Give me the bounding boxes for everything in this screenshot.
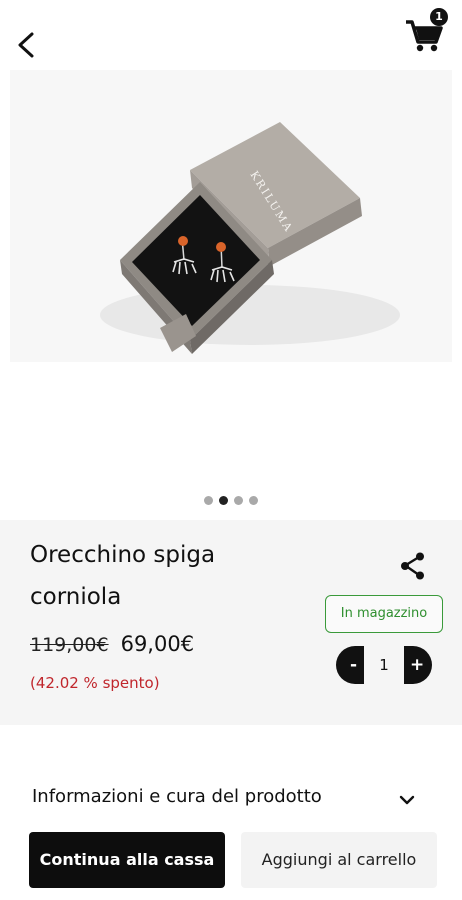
cart-button[interactable]: 1: [402, 8, 448, 56]
product-image-gallery[interactable]: KRILUMA: [0, 70, 462, 490]
decrease-quantity-button[interactable]: -: [336, 646, 364, 684]
cart-count-badge: 1: [430, 8, 448, 26]
sale-price: 69,00€: [120, 632, 195, 656]
checkout-button[interactable]: Continua alla cassa: [29, 832, 225, 888]
gallery-pagination: [0, 496, 462, 510]
chevron-down-icon: [399, 795, 415, 805]
original-price: 119,00€: [30, 634, 109, 656]
quantity-stepper: - 1 +: [336, 646, 432, 684]
stock-status-badge: In magazzino: [325, 595, 443, 633]
accordion-label: Informazioni e cura del prodotto: [32, 786, 322, 807]
quantity-value[interactable]: 1: [364, 646, 404, 684]
discount-label: (42.02 % spento): [30, 674, 160, 692]
price-row: 119,00€ 69,00€: [30, 632, 194, 656]
svg-text:KRILUMA: KRILUMA: [247, 169, 295, 235]
increase-quantity-button[interactable]: +: [404, 646, 432, 684]
gallery-dot[interactable]: [234, 496, 243, 505]
product-title: Orecchino spiga corniola: [30, 542, 216, 610]
share-button[interactable]: [397, 550, 429, 582]
top-bar: 1: [0, 0, 462, 70]
product-info-panel: Orecchino spiga corniola In magazzino 11…: [0, 520, 462, 725]
product-info-accordion[interactable]: Informazioni e cura del prodotto: [0, 770, 462, 826]
gallery-dot[interactable]: [204, 496, 213, 505]
back-button[interactable]: [12, 28, 42, 62]
brand-logo: KRILUMA: [247, 169, 295, 235]
add-to-cart-button[interactable]: Aggiungi al carrello: [241, 832, 437, 888]
gallery-dot[interactable]: [219, 496, 228, 505]
gallery-dot[interactable]: [249, 496, 258, 505]
share-icon: [401, 552, 424, 580]
chevron-left-icon: [18, 32, 34, 58]
